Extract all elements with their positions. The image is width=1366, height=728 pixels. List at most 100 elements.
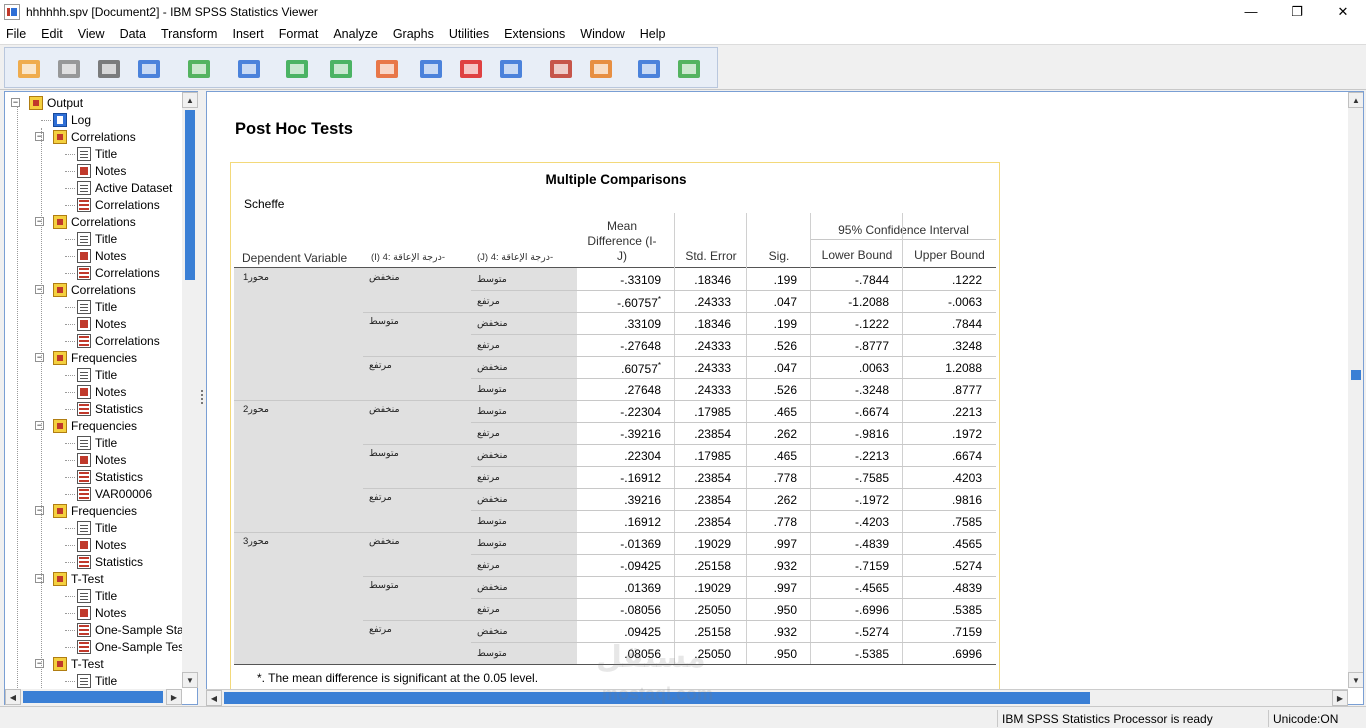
content-vertical-scrollbar[interactable]: ▲ ▼ (1348, 92, 1363, 688)
scroll-down-icon[interactable]: ▼ (182, 672, 198, 688)
insert-output-icon[interactable] (673, 54, 705, 84)
j-group-cell: متوسط (477, 538, 507, 549)
save-icon[interactable] (53, 54, 85, 84)
outline-vertical-scrollbar[interactable]: ▲ ▼ (182, 92, 198, 688)
menu-help[interactable]: Help (634, 27, 672, 41)
collapse-icon[interactable]: − (35, 217, 44, 226)
tree-item[interactable]: Statistics (77, 400, 143, 417)
menu-format[interactable]: Format (273, 27, 325, 41)
content-horizontal-scrollbar[interactable]: ◀ ▶ (206, 689, 1348, 706)
menu-data[interactable]: Data (114, 27, 152, 41)
row-rule (363, 576, 996, 577)
export-icon[interactable] (183, 54, 215, 84)
outline-horizontal-scrollbar[interactable]: ◀ ▶ (5, 689, 182, 705)
tree-item[interactable]: Statistics (77, 553, 143, 570)
menu-edit[interactable]: Edit (35, 27, 69, 41)
collapse-icon[interactable]: − (35, 659, 44, 668)
variables-icon[interactable] (495, 54, 527, 84)
open-folder-icon[interactable] (13, 54, 45, 84)
tree-item[interactable]: Notes (77, 451, 126, 468)
tree-item[interactable]: Notes (77, 315, 126, 332)
tree-item[interactable]: Frequencies (53, 349, 137, 366)
row-rule (471, 334, 996, 335)
print-preview-icon[interactable] (133, 54, 165, 84)
tree-item[interactable]: Title (77, 366, 117, 383)
tree-item[interactable]: Correlations (77, 332, 160, 349)
scroll-thumb[interactable] (23, 691, 163, 703)
scroll-up-icon[interactable]: ▲ (1348, 92, 1363, 108)
tree-item[interactable]: Title (77, 672, 117, 689)
goto-case-icon[interactable] (415, 54, 447, 84)
show-all-icon[interactable] (585, 54, 617, 84)
tree-item[interactable]: Title (77, 145, 117, 162)
tree-item[interactable]: Notes (77, 383, 126, 400)
collapse-icon[interactable]: − (35, 353, 44, 362)
tree-item[interactable]: Correlations (53, 281, 136, 298)
i-group-cell: مرتفع (369, 492, 392, 503)
tree-item[interactable]: T-Test (53, 655, 104, 672)
collapse-icon[interactable]: − (11, 98, 20, 107)
menu-utilities[interactable]: Utilities (443, 27, 495, 41)
tree-item[interactable]: Frequencies (53, 502, 137, 519)
tree-item[interactable]: Log (53, 111, 91, 128)
scroll-thumb[interactable] (185, 110, 195, 280)
tree-item[interactable]: Notes (77, 162, 126, 179)
tree-item[interactable]: Correlations (77, 196, 160, 213)
tree-item[interactable]: Notes (77, 247, 126, 264)
tree-item-label: T-Test (71, 656, 104, 671)
tree-item[interactable]: Correlations (77, 264, 160, 281)
undo-icon[interactable] (281, 54, 313, 84)
tree-item[interactable]: Statistics (77, 468, 143, 485)
menu-graphs[interactable]: Graphs (387, 27, 440, 41)
scroll-right-icon[interactable]: ▶ (1332, 690, 1348, 706)
menu-transform[interactable]: Transform (155, 27, 224, 41)
tree-item[interactable]: Title (77, 298, 117, 315)
collapse-icon[interactable]: − (35, 574, 44, 583)
pivot-table[interactable]: Multiple Comparisons Scheffe Dependent V… (230, 162, 1000, 690)
designate-window-icon[interactable] (545, 54, 577, 84)
scroll-right-icon[interactable]: ▶ (166, 689, 182, 705)
scroll-left-icon[interactable]: ◀ (206, 690, 222, 706)
tree-item[interactable]: One-Sample Statistics (77, 621, 197, 638)
tree-item[interactable]: Output (29, 94, 83, 111)
close-button[interactable]: ✕ (1320, 0, 1366, 23)
scroll-down-icon[interactable]: ▼ (1348, 672, 1363, 688)
tree-item[interactable]: Frequencies (53, 417, 137, 434)
collapse-icon[interactable]: − (35, 285, 44, 294)
redo-icon[interactable] (325, 54, 357, 84)
goto-variable-icon[interactable] (455, 54, 487, 84)
menu-file[interactable]: File (0, 27, 32, 41)
menu-insert[interactable]: Insert (226, 27, 269, 41)
tree-item[interactable]: VAR00006 (77, 485, 152, 502)
tree-item[interactable]: T-Test (53, 570, 104, 587)
tree-item[interactable]: Active Dataset (77, 179, 172, 196)
scroll-up-icon[interactable]: ▲ (182, 92, 198, 108)
maximize-button[interactable]: ❐ (1274, 0, 1320, 23)
recall-dialog-icon[interactable] (233, 54, 265, 84)
menu-view[interactable]: View (72, 27, 111, 41)
menu-window[interactable]: Window (574, 27, 630, 41)
scroll-left-icon[interactable]: ◀ (5, 689, 21, 705)
table-icon (77, 554, 91, 569)
tree-item[interactable]: Title (77, 230, 117, 247)
collapse-icon[interactable]: − (35, 132, 44, 141)
custom-dialog-icon[interactable] (633, 54, 665, 84)
menu-extensions[interactable]: Extensions (498, 27, 571, 41)
scroll-thumb[interactable] (1351, 370, 1361, 380)
tree-item[interactable]: Title (77, 434, 117, 451)
upper-bound-cell: .5385 (951, 603, 982, 617)
tree-item[interactable]: Title (77, 587, 117, 604)
tree-item[interactable]: Correlations (53, 128, 136, 145)
tree-item[interactable]: Title (77, 519, 117, 536)
collapse-icon[interactable]: − (35, 506, 44, 515)
tree-item[interactable]: Notes (77, 536, 126, 553)
row-rule (471, 642, 996, 643)
tree-item[interactable]: Notes (77, 604, 126, 621)
collapse-icon[interactable]: − (35, 421, 44, 430)
tree-item[interactable]: Correlations (53, 213, 136, 230)
menu-analyze[interactable]: Analyze (327, 27, 383, 41)
goto-data-icon[interactable] (371, 54, 403, 84)
print-icon[interactable] (93, 54, 125, 84)
minimize-button[interactable]: — (1228, 0, 1274, 23)
tree-item[interactable]: One-Sample Test (77, 638, 188, 655)
